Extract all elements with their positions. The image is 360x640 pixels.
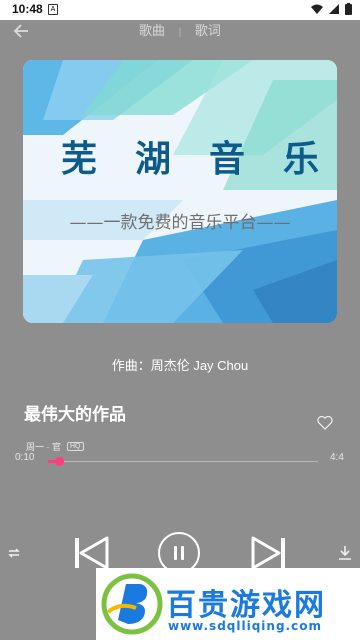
status-bar: 10:48 A (0, 0, 360, 20)
artist-line: 周一 · 官 HQ (26, 440, 84, 453)
cover-title: 芜湖音乐 (61, 139, 337, 180)
watermark-url: www.sdqlliqing.com (168, 619, 322, 633)
pause-icon (174, 546, 184, 560)
app-bar: 歌曲 | 歌词 (0, 20, 360, 44)
wifi-icon (311, 4, 323, 14)
album-cover: 芜湖音乐 ——一款免费的音乐平台—— (23, 60, 337, 323)
total-time: 4:4 (330, 452, 344, 463)
next-button[interactable] (250, 534, 288, 572)
composer-label: 作曲：周杰伦 Jay Chou (111, 358, 249, 373)
signal-icon (329, 4, 339, 14)
song-title: 最伟大的作品 (24, 405, 126, 424)
heart-icon[interactable] (316, 414, 334, 432)
cover-subtitle: ——一款免费的音乐平台—— (69, 213, 291, 233)
tab-song[interactable]: 歌曲 (139, 20, 165, 39)
tab-bar: 歌曲 | 歌词 (0, 20, 360, 39)
tab-separator: | (178, 27, 182, 38)
quality-badge: HQ (67, 442, 84, 451)
status-icons (311, 3, 352, 15)
previous-button[interactable] (72, 534, 110, 572)
watermark-logo (101, 573, 163, 635)
repeat-icon[interactable] (6, 545, 22, 561)
download-icon[interactable] (338, 545, 352, 561)
notification-icon: A (48, 4, 58, 15)
current-time: 0:10 (15, 452, 35, 463)
battery-icon (345, 3, 352, 15)
watermark-text: 百贵游戏网 (166, 588, 326, 623)
progress-bar[interactable] (48, 457, 318, 466)
cover-artwork (23, 60, 337, 323)
watermark: 百贵游戏网 www.sdqlliqing.com (96, 568, 360, 640)
tab-lyrics[interactable]: 歌词 (195, 20, 221, 39)
progress-thumb[interactable] (54, 457, 64, 466)
status-time: 10:48 (12, 2, 43, 16)
